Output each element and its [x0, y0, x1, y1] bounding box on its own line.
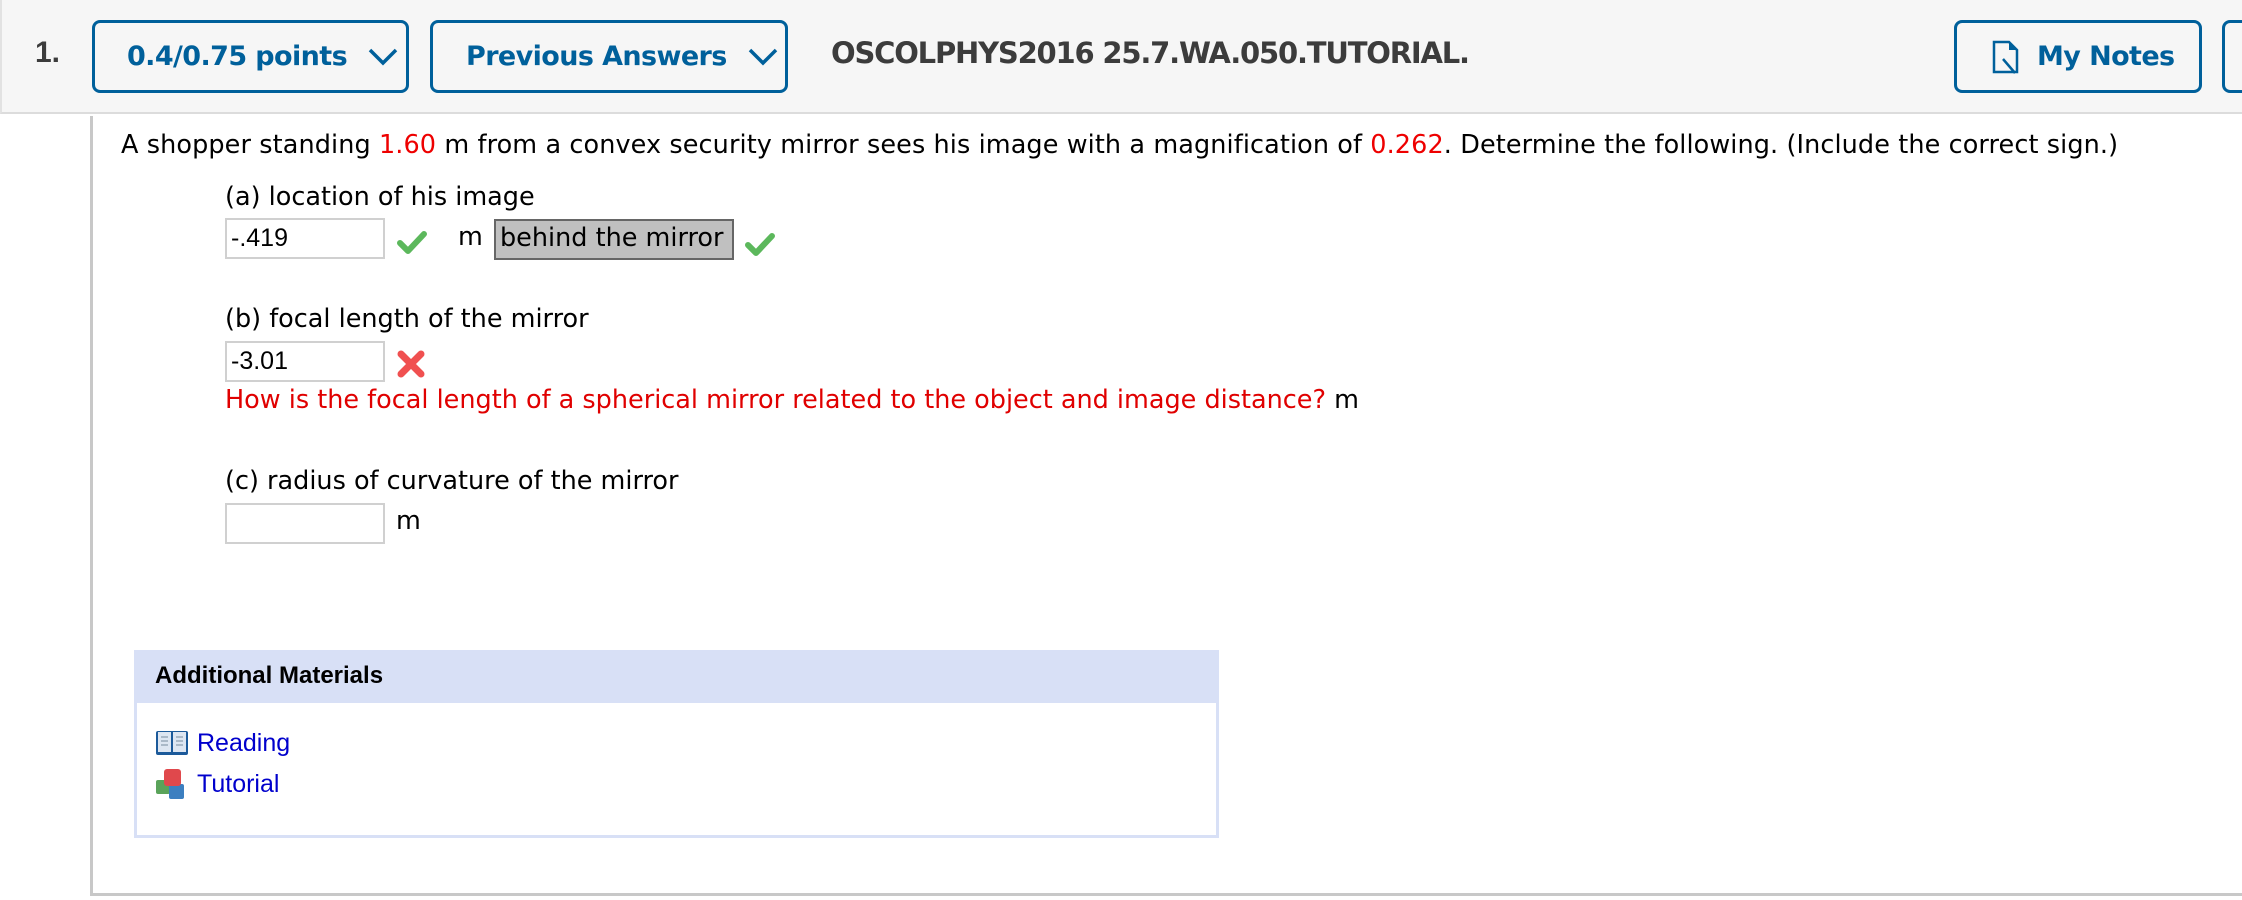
additional-materials-panel: Additional Materials Reading Tutorial: [134, 650, 1219, 838]
points-label: 0.4/0.75 points: [127, 41, 348, 72]
header-extra-button[interactable]: [2222, 20, 2242, 93]
question-number: 1.: [35, 36, 61, 69]
hint-text: How is the focal length of a spherical m…: [225, 385, 1327, 415]
distance-value: 1.60: [378, 130, 437, 160]
magnification-value: 0.262: [1370, 130, 1444, 160]
previous-answers-button[interactable]: Previous Answers: [430, 20, 788, 93]
reading-link[interactable]: Reading: [155, 728, 290, 758]
tutorial-link-label: Tutorial: [197, 769, 280, 798]
my-notes-button[interactable]: My Notes: [1954, 20, 2202, 93]
part-a-label: (a) location of his image: [225, 182, 535, 212]
reading-link-label: Reading: [197, 728, 291, 757]
question-prompt: A shopper standing 1.60 m from a convex …: [121, 130, 2118, 160]
cubes-icon: [156, 769, 184, 799]
points-button[interactable]: 0.4/0.75 points: [92, 20, 409, 93]
part-a-direction-select[interactable]: behind the mirror: [494, 219, 734, 260]
question-id: OSCOLPHYS2016 25.7.WA.050.TUTORIAL.: [831, 36, 1470, 70]
chevron-down-icon: [748, 48, 777, 65]
correct-check-icon: [745, 233, 775, 256]
part-b-hint: How is the focal length of a spherical m…: [225, 385, 1359, 415]
part-b-label: (b) focal length of the mirror: [225, 304, 589, 334]
book-icon: [156, 731, 188, 755]
additional-materials-title: Additional Materials: [155, 662, 384, 689]
chevron-down-icon: [368, 48, 398, 65]
part-a-answer-input[interactable]: [225, 218, 385, 259]
previous-answers-label: Previous Answers: [466, 41, 727, 72]
prompt-text: m from a convex security mirror sees his…: [436, 130, 1371, 160]
prompt-text: . Determine the following. (Include the …: [1443, 130, 2119, 160]
correct-check-icon: [397, 231, 427, 254]
part-c-unit: m: [396, 506, 421, 536]
my-notes-label: My Notes: [2037, 41, 2175, 72]
part-c-answer-input[interactable]: [225, 503, 385, 544]
prompt-text: A shopper standing: [121, 130, 379, 160]
part-b-answer-input[interactable]: [225, 341, 385, 382]
part-a-unit: m: [458, 222, 483, 252]
part-b-unit: m: [1334, 385, 1359, 415]
part-c-label: (c) radius of curvature of the mirror: [225, 466, 679, 496]
additional-materials-header: Additional Materials: [134, 650, 1219, 703]
incorrect-x-icon: [397, 350, 425, 378]
tutorial-link[interactable]: Tutorial: [155, 768, 279, 800]
notes-icon: [1992, 40, 2019, 74]
question-header: 1. 0.4/0.75 points Previous Answers OSCO…: [0, 0, 2242, 114]
